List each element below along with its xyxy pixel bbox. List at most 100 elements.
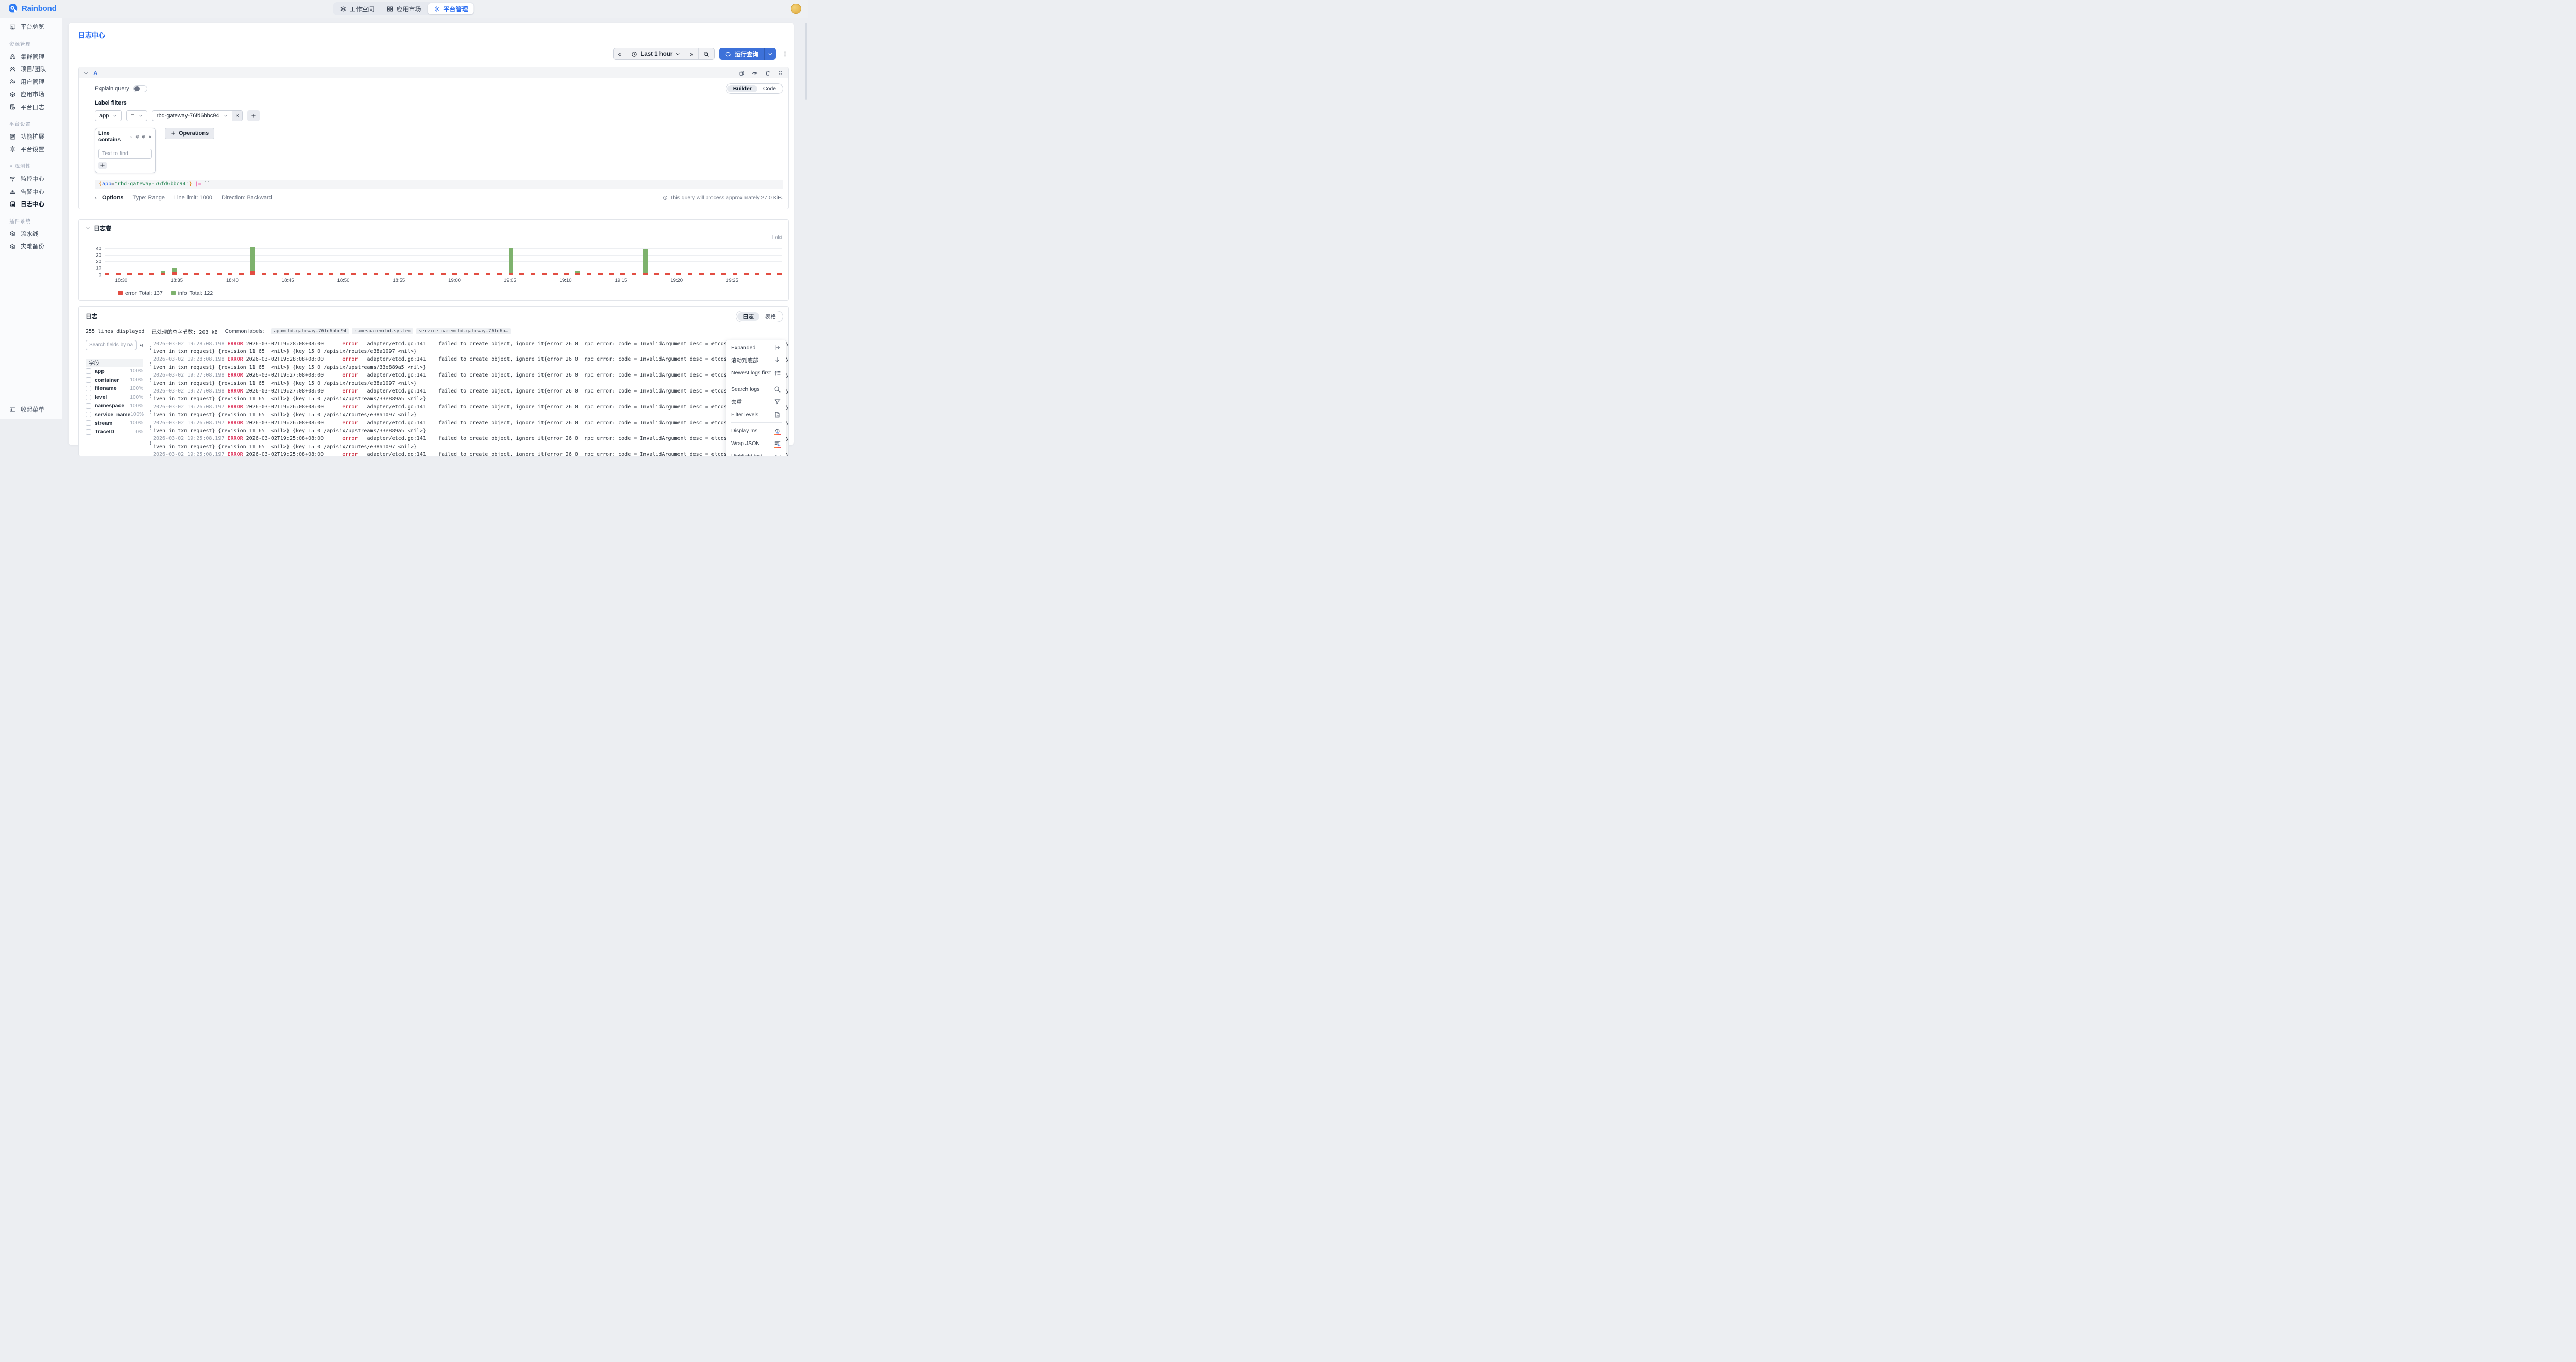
explain-query-toggle[interactable] <box>133 85 147 92</box>
run-query-button[interactable]: 运行查询 <box>719 48 776 60</box>
log-option-dedupe-filter-icon[interactable]: 去重 <box>726 396 786 408</box>
logs-tab[interactable]: 日志 <box>737 312 759 321</box>
filter-key-select[interactable]: app <box>95 110 122 121</box>
delete-query-icon[interactable] <box>765 70 771 76</box>
field-row-service_name[interactable]: service_name100% <box>86 410 143 419</box>
sidebar-item[interactable]: 项目/团队 <box>0 63 62 76</box>
sidebar-item[interactable]: 平台总览 <box>0 21 62 33</box>
hide-query-icon[interactable] <box>752 70 758 76</box>
sidebar-item[interactable]: 平台日志 <box>0 101 62 114</box>
field-row-container[interactable]: container100% <box>86 376 143 384</box>
sidebar-item[interactable]: 告警中心 <box>0 185 62 198</box>
page-scrollbar[interactable] <box>805 23 807 100</box>
sidebar-item[interactable]: 日志中心 <box>0 198 62 211</box>
log-row[interactable]: 2026-03-02 19:28:08.198 ERROR 2026-03-02… <box>148 340 788 356</box>
log-option-scroll-bottom-icon[interactable]: 滚动到底部 <box>726 354 786 367</box>
fields-search-input[interactable] <box>86 340 137 350</box>
duplicate-query-icon[interactable] <box>739 70 745 76</box>
row-kebab-icon[interactable] <box>148 372 153 387</box>
target-icon[interactable] <box>142 134 145 139</box>
sidebar-item[interactable]: 应用市场 <box>0 88 62 101</box>
log-row[interactable]: 2026-03-02 19:27:08.198 ERROR 2026-03-02… <box>148 371 788 387</box>
sidebar-item[interactable]: 平台设置 <box>0 143 62 156</box>
user-avatar[interactable] <box>791 4 801 14</box>
row-kebab-icon[interactable] <box>148 340 153 356</box>
filter-value-select[interactable]: rbd-gateway-76fd6bbc94 <box>152 110 232 121</box>
chevron-down-icon[interactable] <box>129 134 133 139</box>
time-zoom-out-button[interactable] <box>699 48 714 59</box>
log-row[interactable]: 2026-03-02 19:28:08.198 ERROR 2026-03-02… <box>148 355 788 371</box>
text-to-find-input[interactable] <box>98 149 152 159</box>
log-option-display-ms-icon[interactable]: Display msms <box>726 424 786 437</box>
field-checkbox[interactable] <box>86 368 91 374</box>
field-checkbox[interactable] <box>86 377 91 383</box>
run-query-caret[interactable] <box>764 48 776 60</box>
nav-item-2[interactable]: 应用市场 <box>381 3 427 14</box>
field-checkbox[interactable] <box>86 403 91 409</box>
row-kebab-icon[interactable] <box>148 356 153 371</box>
field-row-filename[interactable]: filename100% <box>86 384 143 393</box>
query-code-preview[interactable]: {app="rbd-gateway-76fd6bbc94"} |= `` <box>95 180 783 189</box>
sidebar-item[interactable]: 流水线 <box>0 228 62 241</box>
remove-filter-button[interactable] <box>232 110 243 121</box>
info-icon[interactable] <box>135 134 139 139</box>
field-row-namespace[interactable]: namespace100% <box>86 402 143 411</box>
code-tab[interactable]: Code <box>757 85 782 92</box>
field-checkbox[interactable] <box>86 429 91 435</box>
sidebar-item[interactable]: 监控中心 <box>0 173 62 185</box>
field-checkbox[interactable] <box>86 395 91 400</box>
run-query-main[interactable]: 运行查询 <box>719 48 764 60</box>
field-checkbox[interactable] <box>86 386 91 391</box>
row-kebab-icon[interactable] <box>148 404 153 419</box>
table-tab[interactable]: 表格 <box>759 312 782 321</box>
log-row[interactable]: 2026-03-02 19:27:08.198 ERROR 2026-03-02… <box>148 387 788 403</box>
field-checkbox[interactable] <box>86 420 91 426</box>
field-row-stream[interactable]: stream100% <box>86 419 143 428</box>
legend-item-info[interactable]: infoTotal: 122 <box>171 290 213 296</box>
add-line-filter-button[interactable] <box>98 162 107 169</box>
field-row-app[interactable]: app100% <box>86 367 143 376</box>
query-row-header[interactable]: A <box>79 67 788 78</box>
add-operations-button[interactable]: Operations <box>165 128 214 139</box>
chart-plot[interactable]: 010203040 <box>105 246 782 275</box>
drag-handle-icon[interactable] <box>777 70 784 76</box>
time-back-button[interactable]: « <box>614 48 627 59</box>
field-checkbox[interactable] <box>86 412 91 417</box>
field-row-level[interactable]: level100% <box>86 393 143 402</box>
legend-item-error[interactable]: errorTotal: 137 <box>118 290 163 296</box>
row-kebab-icon[interactable] <box>148 451 153 456</box>
brand-logo[interactable]: Rainbond <box>8 3 57 13</box>
log-volume-header[interactable]: 日志卷 <box>79 224 788 232</box>
add-filter-button[interactable] <box>247 110 260 121</box>
options-label[interactable]: Options <box>102 195 124 201</box>
toolbar-kebab-menu[interactable] <box>781 48 789 60</box>
nav-item-3[interactable]: 平台管理 <box>428 3 474 14</box>
row-kebab-icon[interactable] <box>148 388 153 403</box>
sidebar-item[interactable]: 功能扩展 <box>0 130 62 143</box>
row-kebab-icon[interactable] <box>148 435 153 451</box>
time-range-picker[interactable]: Last 1 hour <box>626 48 685 59</box>
log-row[interactable]: 2026-03-02 19:25:08.197 ERROR 2026-03-02… <box>148 451 788 456</box>
sidebar-item[interactable]: 用户管理 <box>0 76 62 89</box>
sidebar-item[interactable]: 集群管理 <box>0 50 62 63</box>
nav-item-1[interactable]: 工作空间 <box>334 3 380 14</box>
collapse-fields-icon[interactable] <box>139 342 143 349</box>
log-row[interactable]: 2026-03-02 19:25:08.197 ERROR 2026-03-02… <box>148 435 788 451</box>
options-chevron-icon[interactable]: › <box>95 194 97 201</box>
sidebar-item[interactable]: 灾难备份 <box>0 240 62 253</box>
log-option-wrap-json-icon[interactable]: Wrap JSON <box>726 437 786 450</box>
log-option-search-icon[interactable]: Search logs <box>726 383 786 396</box>
filter-op-select[interactable]: = <box>126 110 147 121</box>
time-forward-button[interactable]: » <box>685 48 699 59</box>
log-option-expand-right-icon[interactable]: Expanded <box>726 342 786 354</box>
row-kebab-icon[interactable] <box>148 420 153 435</box>
log-row[interactable]: 2026-03-02 19:26:08.197 ERROR 2026-03-02… <box>148 419 788 435</box>
log-volume-chart[interactable]: 010203040 18:3018:3518:4018:4518:5018:55… <box>92 246 782 296</box>
log-option-sort-newest-icon[interactable]: Newest logs first <box>726 367 786 380</box>
log-row[interactable]: 2026-03-02 19:26:08.197 ERROR 2026-03-02… <box>148 403 788 419</box>
sidebar-collapse-button[interactable]: 收起菜单 <box>0 403 62 416</box>
log-option-filter-levels-icon[interactable]: Filter levelsLOG <box>726 408 786 421</box>
close-icon[interactable] <box>148 134 152 139</box>
log-option-highlight-text-icon[interactable]: Highlight text{ } <box>726 450 786 456</box>
field-row-TraceID[interactable]: TraceID0% <box>86 428 143 436</box>
